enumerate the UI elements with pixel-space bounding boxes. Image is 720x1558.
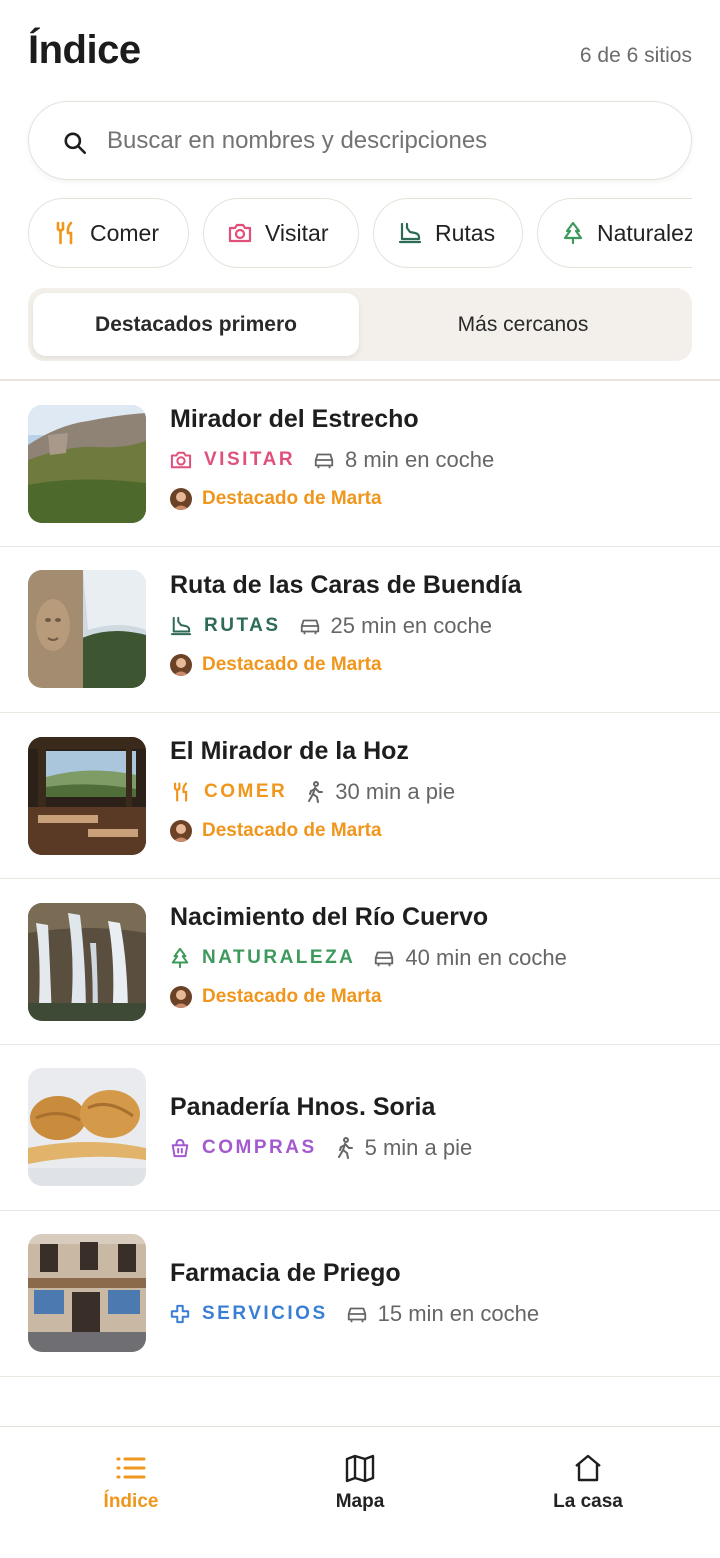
boot-icon <box>398 222 422 244</box>
avatar <box>170 986 192 1008</box>
tree-icon <box>563 221 583 245</box>
map-icon <box>345 1454 375 1483</box>
search-bar[interactable] <box>28 101 692 180</box>
chip-rutas[interactable]: Rutas <box>373 198 523 268</box>
category-label: VISITAR <box>204 449 296 470</box>
places-list: Mirador del Estrecho VISITAR 8 min en co… <box>0 381 720 1377</box>
featured-label: Destacado de Marta <box>202 820 382 841</box>
nav-label: Mapa <box>335 1491 385 1512</box>
category-label: SERVICIOS <box>202 1303 328 1324</box>
place-thumbnail <box>28 1068 146 1186</box>
search-icon <box>64 132 87 155</box>
category-chips: Comer Visitar Rutas Naturaleza <box>28 198 692 268</box>
place-name: Mirador del Estrecho <box>170 405 419 433</box>
car-icon <box>300 619 319 635</box>
list-item[interactable]: El Mirador de la Hoz COMER 30 min a pie … <box>0 713 720 879</box>
nav-la-casa[interactable]: La casa <box>508 1453 668 1513</box>
sort-nearest-button[interactable]: Más cercanos <box>359 293 687 356</box>
car-icon <box>375 951 394 967</box>
car-icon <box>347 1307 366 1323</box>
distance-label: 15 min en coche <box>377 1301 540 1326</box>
place-name: Ruta de las Caras de Buendía <box>170 571 522 599</box>
place-thumbnail <box>28 903 146 1021</box>
fork-knife-icon <box>56 221 73 245</box>
avatar <box>170 488 192 510</box>
list-item[interactable]: Nacimiento del Río Cuervo NATURALEZA 40 … <box>0 879 720 1045</box>
list-item[interactable]: Mirador del Estrecho VISITAR 8 min en co… <box>0 381 720 547</box>
list-icon <box>116 1457 146 1479</box>
results-count: 6 de 6 sitios <box>579 44 692 67</box>
place-meta: NATURALEZA 40 min en coche <box>170 945 567 971</box>
nav-mapa[interactable]: Mapa <box>280 1453 440 1513</box>
page-title: Índice <box>28 28 141 72</box>
featured-by: Destacado de Marta <box>170 986 382 1008</box>
nav-indice[interactable]: Índice <box>51 1453 211 1513</box>
chip-comer[interactable]: Comer <box>28 198 189 268</box>
place-name: Nacimiento del Río Cuervo <box>170 903 489 931</box>
featured-by: Destacado de Marta <box>170 820 382 842</box>
bottom-navigation: Índice Mapa La casa <box>0 1426 720 1558</box>
distance-label: 5 min a pie <box>364 1135 473 1160</box>
place-meta: SERVICIOS 15 min en coche <box>170 1301 539 1327</box>
camera-icon <box>228 223 252 243</box>
chip-label: Comer <box>90 219 160 246</box>
place-meta: VISITAR 8 min en coche <box>170 447 494 473</box>
list-item[interactable]: Panadería Hnos. Soria COMPRAS 5 min a pi… <box>0 1045 720 1211</box>
chip-label: Naturaleza <box>597 219 692 246</box>
place-thumbnail <box>28 405 146 523</box>
place-thumbnail <box>28 570 146 688</box>
list-item[interactable]: Ruta de las Caras de Buendía RUTAS 25 mi… <box>0 547 720 713</box>
home-icon <box>575 1454 601 1482</box>
place-thumbnail <box>28 1234 146 1352</box>
search-input[interactable] <box>107 120 667 162</box>
chip-label: Rutas <box>435 219 496 246</box>
list-item[interactable]: Farmacia de Priego SERVICIOS 15 min en c… <box>0 1211 720 1377</box>
place-name: El Mirador de la Hoz <box>170 737 409 765</box>
avatar <box>170 654 192 676</box>
chip-label: Visitar <box>265 219 329 246</box>
sort-featured-button[interactable]: Destacados primero <box>33 293 359 356</box>
place-thumbnail <box>28 737 146 855</box>
distance-label: 40 min en coche <box>405 945 567 970</box>
nav-label: Índice <box>103 1491 159 1512</box>
basket-icon <box>171 1138 189 1158</box>
featured-label: Destacado de Marta <box>202 654 382 675</box>
distance-label: 8 min en coche <box>345 447 495 472</box>
featured-label: Destacado de Marta <box>202 986 382 1007</box>
place-meta: COMPRAS 5 min a pie <box>170 1135 472 1161</box>
distance-label: 25 min en coche <box>330 613 492 638</box>
chip-visitar[interactable]: Visitar <box>203 198 359 268</box>
fork-knife-icon <box>173 782 188 802</box>
featured-label: Destacado de Marta <box>202 488 382 509</box>
category-label: NATURALEZA <box>202 947 356 968</box>
featured-by: Destacado de Marta <box>170 654 382 676</box>
place-name: Panadería Hnos. Soria <box>170 1093 436 1121</box>
place-meta: COMER 30 min a pie <box>170 779 455 805</box>
car-icon <box>314 453 334 469</box>
place-meta: RUTAS 25 min en coche <box>170 613 492 639</box>
cross-icon <box>170 1304 190 1324</box>
avatar <box>170 820 192 842</box>
camera-icon <box>170 451 192 469</box>
category-label: COMER <box>204 781 288 802</box>
chip-naturaleza[interactable]: Naturaleza <box>537 198 692 268</box>
distance-label: 30 min a pie <box>335 779 456 804</box>
place-name: Farmacia de Priego <box>170 1259 401 1287</box>
nav-label: La casa <box>553 1491 623 1512</box>
category-label: RUTAS <box>204 615 281 636</box>
header: Índice 6 de 6 sitios <box>28 28 692 78</box>
tree-icon <box>171 947 189 969</box>
category-label: COMPRAS <box>202 1137 317 1158</box>
walk-icon <box>337 1137 353 1159</box>
walk-icon <box>308 781 324 803</box>
featured-by: Destacado de Marta <box>170 488 382 510</box>
sort-toggle: Destacados primero Más cercanos <box>28 288 692 361</box>
boot-icon <box>170 616 192 636</box>
